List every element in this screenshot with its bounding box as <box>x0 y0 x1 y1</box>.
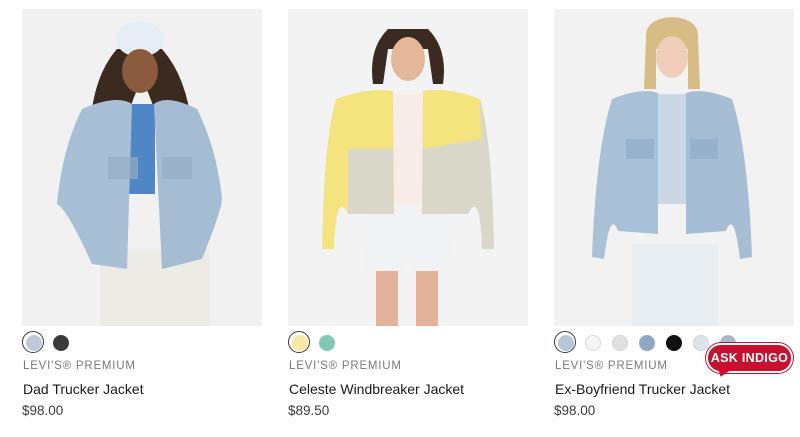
product-grid: LEVI'S® PREMIUM Dad Trucker Jacket $98.0… <box>0 0 800 437</box>
color-swatches <box>288 331 337 353</box>
product-card[interactable]: LEVI'S® PREMIUM Ex-Boyfriend Trucker Jac… <box>554 9 794 418</box>
product-card[interactable]: LEVI'S® PREMIUM Celeste Windbreaker Jack… <box>288 9 528 418</box>
product-image[interactable] <box>554 9 794 326</box>
color-swatch[interactable] <box>315 331 337 353</box>
color-swatch[interactable] <box>554 331 576 353</box>
swatch-fill <box>639 335 655 351</box>
product-name-link[interactable]: Ex-Boyfriend Trucker Jacket <box>555 381 730 397</box>
product-name-link[interactable]: Celeste Windbreaker Jacket <box>289 381 464 397</box>
swatch-fill <box>53 335 69 351</box>
swatch-fill <box>558 335 574 351</box>
color-swatch[interactable] <box>581 331 603 353</box>
product-price: $98.00 <box>22 403 64 418</box>
color-swatch[interactable] <box>662 331 684 353</box>
color-swatch[interactable] <box>288 331 310 353</box>
product-card[interactable]: LEVI'S® PREMIUM Dad Trucker Jacket $98.0… <box>22 9 262 418</box>
swatch-fill <box>585 335 601 351</box>
product-brand: LEVI'S® PREMIUM <box>555 360 668 372</box>
product-brand: LEVI'S® PREMIUM <box>23 360 136 372</box>
swatch-fill <box>693 335 709 351</box>
product-price: $89.50 <box>288 403 330 418</box>
color-swatch[interactable] <box>608 331 630 353</box>
product-price: $98.00 <box>554 403 596 418</box>
color-swatch[interactable] <box>22 331 44 353</box>
swatch-fill <box>612 335 628 351</box>
color-swatches <box>22 331 71 353</box>
swatch-fill <box>666 335 682 351</box>
swatch-fill <box>26 335 42 351</box>
product-image[interactable] <box>288 9 528 326</box>
product-image[interactable] <box>22 9 262 326</box>
product-name-link[interactable]: Dad Trucker Jacket <box>23 381 144 397</box>
swatch-fill <box>319 335 335 351</box>
color-swatch[interactable] <box>49 331 71 353</box>
product-brand: LEVI'S® PREMIUM <box>289 360 402 372</box>
color-swatch[interactable] <box>635 331 657 353</box>
swatch-fill <box>292 335 308 351</box>
